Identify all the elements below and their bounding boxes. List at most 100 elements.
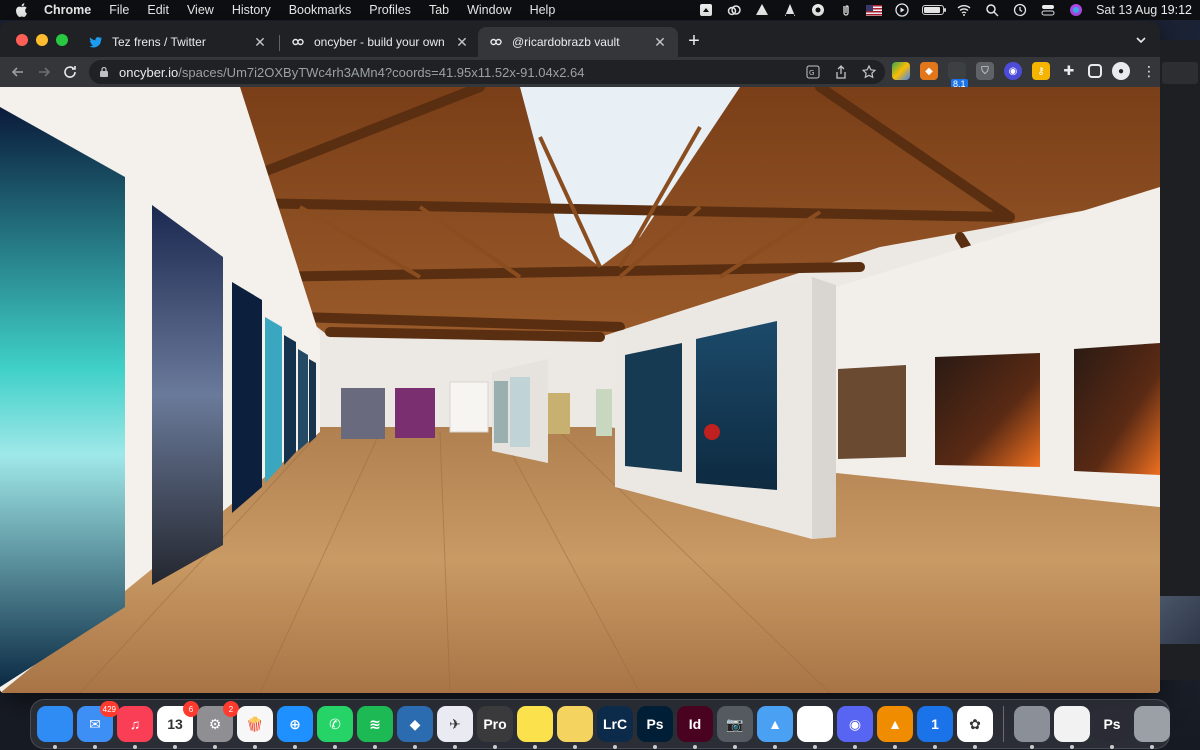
us-flag-icon[interactable] <box>866 4 883 16</box>
dock-indesign-icon[interactable]: Id <box>677 706 713 749</box>
dock-stickies-icon[interactable] <box>557 706 593 749</box>
dock-spotify-icon[interactable]: ≋ <box>357 706 393 749</box>
spotlight-search-icon[interactable] <box>984 3 1000 17</box>
tab-search-chevron-icon[interactable] <box>1134 33 1148 47</box>
puzzle-extensions-icon[interactable]: ✚ <box>1060 62 1078 80</box>
reload-button[interactable] <box>57 59 83 85</box>
battery-icon[interactable] <box>922 5 947 15</box>
translate-icon[interactable]: G <box>805 64 821 80</box>
menu-app-name[interactable]: Chrome <box>44 3 91 17</box>
bookmark-star-icon[interactable] <box>861 64 877 80</box>
animal-painting[interactable] <box>838 365 906 459</box>
eye-extension-icon[interactable]: ◉ <box>1004 62 1022 80</box>
metamask-fox-icon[interactable]: ◆ <box>920 62 938 80</box>
gallery-3d-viewport[interactable] <box>0 87 1160 693</box>
forward-button[interactable] <box>31 59 57 85</box>
dock-downloads-folder-icon[interactable] <box>1014 706 1050 749</box>
dropbox-icon[interactable] <box>698 3 714 17</box>
menu-tab[interactable]: Tab <box>429 3 449 17</box>
minimize-window-button[interactable] <box>36 34 48 46</box>
dock-system-preferences-icon[interactable]: ⚙ 2 <box>197 701 239 749</box>
pink-painting[interactable] <box>395 388 435 438</box>
painting[interactable] <box>298 349 308 451</box>
menu-history[interactable]: History <box>232 3 271 17</box>
lava-painting[interactable] <box>935 353 1040 467</box>
sunset-painting[interactable] <box>341 388 385 439</box>
menu-window[interactable]: Window <box>467 3 511 17</box>
dock-photoshop-icon[interactable]: Ps <box>637 706 673 749</box>
extension-icon[interactable] <box>948 62 966 80</box>
volcano-painting[interactable] <box>1074 343 1160 475</box>
shield-icon[interactable]: ⛉ <box>976 62 994 80</box>
aurora-painting[interactable] <box>0 107 125 687</box>
dock-app-store-blue-icon[interactable]: ◆ <box>397 706 433 749</box>
menu-clock[interactable]: Sat 13 Aug 19:12 <box>1096 3 1192 17</box>
dock-image-capture-icon[interactable]: 📷 <box>717 706 753 749</box>
tab-oncyber[interactable]: oncyber - build your own world ✕ <box>280 27 480 57</box>
dock-chrome-icon[interactable] <box>797 706 833 749</box>
dock-migration-icon[interactable]: ✈ <box>437 706 473 749</box>
tab-vault-active[interactable]: @ricardobrazb vault ✕ <box>478 27 678 57</box>
close-window-button[interactable] <box>16 34 28 46</box>
dock-finder-icon[interactable] <box>37 706 73 749</box>
painting[interactable] <box>510 377 530 447</box>
dark-painting[interactable] <box>232 282 262 513</box>
back-button[interactable] <box>5 59 31 85</box>
menu-help[interactable]: Help <box>530 3 556 17</box>
key-icon[interactable]: ⚷ <box>1032 62 1050 80</box>
background-window[interactable] <box>1160 40 1200 680</box>
zoom-window-button[interactable] <box>56 34 68 46</box>
lock-icon[interactable] <box>97 65 111 79</box>
background-window-control[interactable] <box>1162 62 1198 84</box>
teal-painting[interactable] <box>265 317 282 483</box>
dock-photos-icon[interactable]: ✿ <box>957 706 993 749</box>
dock-safari-icon[interactable]: ⊕ <box>277 706 313 749</box>
dock-discord-icon[interactable]: ◉ <box>837 706 873 749</box>
drive-triangle-icon[interactable] <box>754 3 770 17</box>
dock-notes-icon[interactable] <box>517 706 553 749</box>
play-icon[interactable] <box>894 3 910 17</box>
dock-music-icon[interactable]: ♫ <box>117 706 153 749</box>
wifi-icon[interactable] <box>956 3 972 17</box>
dock-keynote-icon[interactable]: ▲ <box>757 706 793 749</box>
paperclip-icon[interactable] <box>838 3 854 17</box>
control-center-icon[interactable] <box>1040 3 1056 17</box>
google-drive-icon[interactable] <box>892 62 910 80</box>
painting[interactable] <box>309 359 316 443</box>
painting[interactable] <box>494 381 508 443</box>
app-circle-icon[interactable] <box>810 3 826 17</box>
background-window-thumbnail[interactable] <box>1160 596 1200 644</box>
dock-vlc-icon[interactable]: ▲ <box>877 706 913 749</box>
menu-edit[interactable]: Edit <box>147 3 169 17</box>
painting[interactable] <box>284 335 296 465</box>
dock-trash-icon[interactable] <box>1134 706 1170 749</box>
diver-painting[interactable] <box>696 321 777 490</box>
dock-1password-icon[interactable]: 1 <box>917 706 953 749</box>
trees-painting[interactable] <box>548 393 570 434</box>
creative-cloud-icon[interactable] <box>726 3 742 17</box>
tab-twitter[interactable]: Tez frens / Twitter ✕ <box>78 27 278 57</box>
mountain-road-painting[interactable] <box>152 205 223 585</box>
back-doors[interactable] <box>449 381 489 433</box>
painting[interactable] <box>596 389 612 436</box>
dock-photoshop-doc-icon[interactable]: Ps <box>1094 706 1130 749</box>
close-tab-icon[interactable]: ✕ <box>252 34 268 50</box>
share-icon[interactable] <box>833 64 849 80</box>
apple-icon[interactable] <box>14 2 28 18</box>
kebab-menu-icon[interactable]: ⋮ <box>1140 62 1158 80</box>
new-tab-button[interactable]: + <box>684 31 704 51</box>
menu-view[interactable]: View <box>187 3 214 17</box>
side-panel-icon[interactable] <box>1088 64 1102 78</box>
profile-avatar-icon[interactable]: ● <box>1112 62 1130 80</box>
dock-whatsapp-icon[interactable]: ✆ <box>317 706 353 749</box>
siri-icon[interactable] <box>1068 3 1084 17</box>
close-tab-icon[interactable]: ✕ <box>454 34 470 50</box>
dock-final-cut-pro-icon[interactable]: Pro <box>477 706 513 749</box>
dock-mail-icon[interactable]: ✉ 429 <box>77 701 119 749</box>
whale-painting[interactable] <box>625 343 682 472</box>
time-machine-icon[interactable] <box>1012 3 1028 17</box>
dock-lightroom-icon[interactable]: LrC <box>597 706 633 749</box>
menu-file[interactable]: File <box>109 3 129 17</box>
menu-profiles[interactable]: Profiles <box>369 3 411 17</box>
dock-recent-window-icon[interactable] <box>1054 706 1090 749</box>
